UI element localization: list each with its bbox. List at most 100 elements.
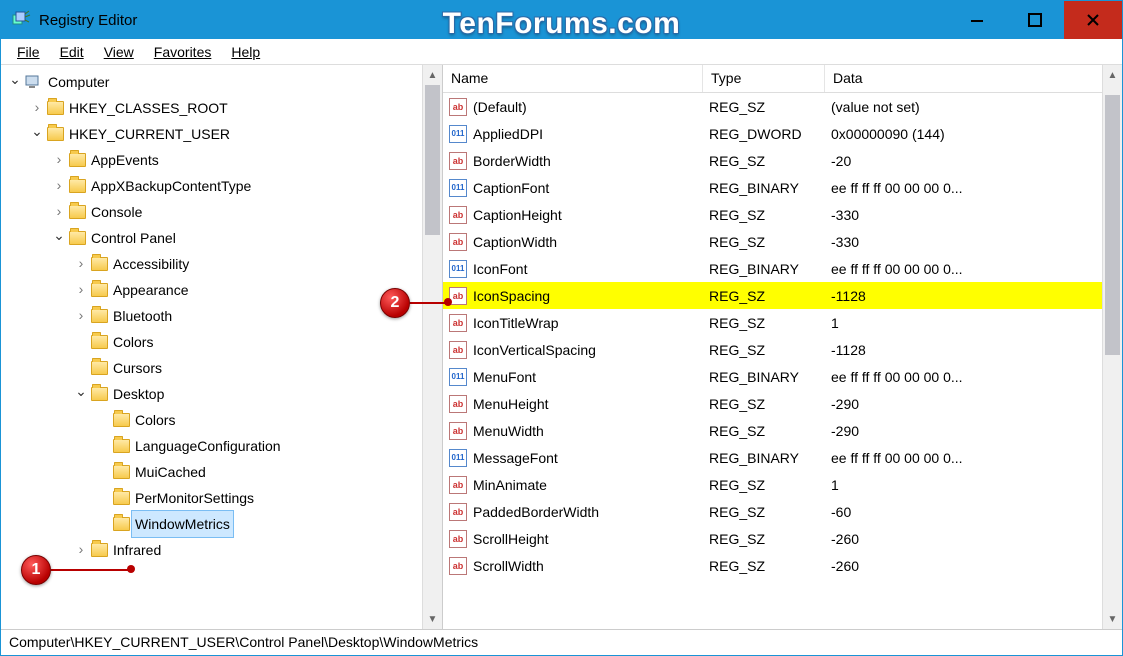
scroll-thumb[interactable] [425,85,440,235]
tree-item[interactable]: PerMonitorSettings [7,485,442,511]
tree-item[interactable]: Cursors [7,355,442,381]
list-body[interactable]: (Default)REG_SZ(value not set)AppliedDPI… [443,93,1122,579]
tree-item-label: AppEvents [91,147,159,173]
scroll-up-icon[interactable]: ▲ [423,65,442,85]
folder-icon [91,283,108,297]
tree-item[interactable]: Desktop [7,381,442,407]
tree-item[interactable]: LanguageConfiguration [7,433,442,459]
registry-value-row[interactable]: CaptionHeightREG_SZ-330 [443,201,1122,228]
string-value-icon [449,557,467,575]
column-name[interactable]: Name [443,65,703,92]
value-type: REG_DWORD [709,126,831,142]
list-scrollbar[interactable]: ▲ ▼ [1102,65,1122,629]
value-name: IconTitleWrap [473,315,709,331]
value-name: CaptionFont [473,180,709,196]
scroll-down-icon[interactable]: ▼ [423,609,442,629]
value-data: 1 [831,477,1122,493]
collapse-icon[interactable] [29,120,45,148]
value-data: ee ff ff ff 00 00 00 0... [831,180,1122,196]
registry-value-row[interactable]: AppliedDPIREG_DWORD0x00000090 (144) [443,120,1122,147]
registry-value-row[interactable]: MenuFontREG_BINARYee ff ff ff 00 00 00 0… [443,363,1122,390]
folder-icon [113,465,130,479]
scroll-up-icon[interactable]: ▲ [1103,65,1122,85]
binary-value-icon [449,260,467,278]
folder-icon [91,335,108,349]
expand-icon[interactable] [51,198,67,226]
tree-item-label: Desktop [113,381,164,407]
expand-icon[interactable] [51,146,67,174]
value-type: REG_SZ [709,477,831,493]
registry-value-row[interactable]: MinAnimateREG_SZ1 [443,471,1122,498]
menu-edit[interactable]: Edit [50,41,94,63]
tree-item[interactable]: Control Panel [7,225,442,251]
value-type: REG_SZ [709,558,831,574]
registry-value-row[interactable]: ScrollHeightREG_SZ-260 [443,525,1122,552]
registry-value-row[interactable]: MessageFontREG_BINARYee ff ff ff 00 00 0… [443,444,1122,471]
maximize-button[interactable] [1006,1,1064,39]
registry-value-row[interactable]: IconTitleWrapREG_SZ1 [443,309,1122,336]
minimize-button[interactable] [948,1,1006,39]
value-name: CaptionWidth [473,234,709,250]
callout-1-dot [127,565,135,573]
value-data: -290 [831,396,1122,412]
tree-item[interactable]: AppXBackupContentType [7,173,442,199]
tree-item[interactable]: Infrared [7,537,442,563]
registry-value-row[interactable]: IconSpacingREG_SZ-1128 [443,282,1122,309]
tree-item[interactable]: Accessibility [7,251,442,277]
value-type: REG_SZ [709,396,831,412]
tree-item[interactable]: HKEY_CLASSES_ROOT [7,95,442,121]
menu-help[interactable]: Help [221,41,270,63]
registry-value-row[interactable]: (Default)REG_SZ(value not set) [443,93,1122,120]
registry-value-row[interactable]: PaddedBorderWidthREG_SZ-60 [443,498,1122,525]
registry-value-row[interactable]: IconVerticalSpacingREG_SZ-1128 [443,336,1122,363]
tree-item[interactable]: Colors [7,329,442,355]
collapse-icon[interactable] [73,380,89,408]
expand-icon[interactable] [51,172,67,200]
registry-value-row[interactable]: MenuHeightREG_SZ-290 [443,390,1122,417]
expand-icon[interactable] [73,276,89,304]
tree-item[interactable]: HKEY_CURRENT_USER [7,121,442,147]
tree-scrollbar[interactable]: ▲ ▼ [422,65,442,629]
string-value-icon [449,314,467,332]
expand-icon[interactable] [29,94,45,122]
collapse-icon[interactable] [51,224,67,252]
scroll-thumb[interactable] [1105,95,1120,355]
close-button[interactable] [1064,1,1122,39]
tree-item[interactable]: Computer [7,69,442,95]
value-type: REG_SZ [709,315,831,331]
scroll-down-icon[interactable]: ▼ [1103,609,1122,629]
tree-item[interactable]: Colors [7,407,442,433]
menu-view[interactable]: View [94,41,144,63]
registry-value-row[interactable]: CaptionWidthREG_SZ-330 [443,228,1122,255]
registry-value-row[interactable]: ScrollWidthREG_SZ-260 [443,552,1122,579]
column-data[interactable]: Data [825,65,1122,92]
tree-item[interactable]: WindowMetrics [7,511,442,537]
tree-item-label: Colors [113,329,153,355]
registry-value-row[interactable]: CaptionFontREG_BINARYee ff ff ff 00 00 0… [443,174,1122,201]
column-type[interactable]: Type [703,65,825,92]
registry-value-row[interactable]: BorderWidthREG_SZ-20 [443,147,1122,174]
expand-icon[interactable] [73,302,89,330]
value-data: -330 [831,207,1122,223]
registry-value-row[interactable]: MenuWidthREG_SZ-290 [443,417,1122,444]
tree-item[interactable]: AppEvents [7,147,442,173]
collapse-icon[interactable] [7,68,23,96]
value-type: REG_SZ [709,207,831,223]
menu-favorites[interactable]: Favorites [144,41,222,63]
folder-icon [113,491,130,505]
tree-item[interactable]: Appearance [7,277,442,303]
binary-value-icon [449,449,467,467]
value-data: -1128 [831,288,1122,304]
expand-icon[interactable] [73,536,89,564]
tree-item[interactable]: Console [7,199,442,225]
binary-value-icon [449,179,467,197]
registry-value-row[interactable]: IconFontREG_BINARYee ff ff ff 00 00 00 0… [443,255,1122,282]
menu-file[interactable]: File [7,41,50,63]
tree-item[interactable]: MuiCached [7,459,442,485]
tree-item-label: Colors [135,407,175,433]
tree[interactable]: ComputerHKEY_CLASSES_ROOTHKEY_CURRENT_US… [7,69,442,563]
folder-icon [69,231,86,245]
value-name: MenuHeight [473,396,709,412]
expand-icon[interactable] [73,250,89,278]
tree-item[interactable]: Bluetooth [7,303,442,329]
